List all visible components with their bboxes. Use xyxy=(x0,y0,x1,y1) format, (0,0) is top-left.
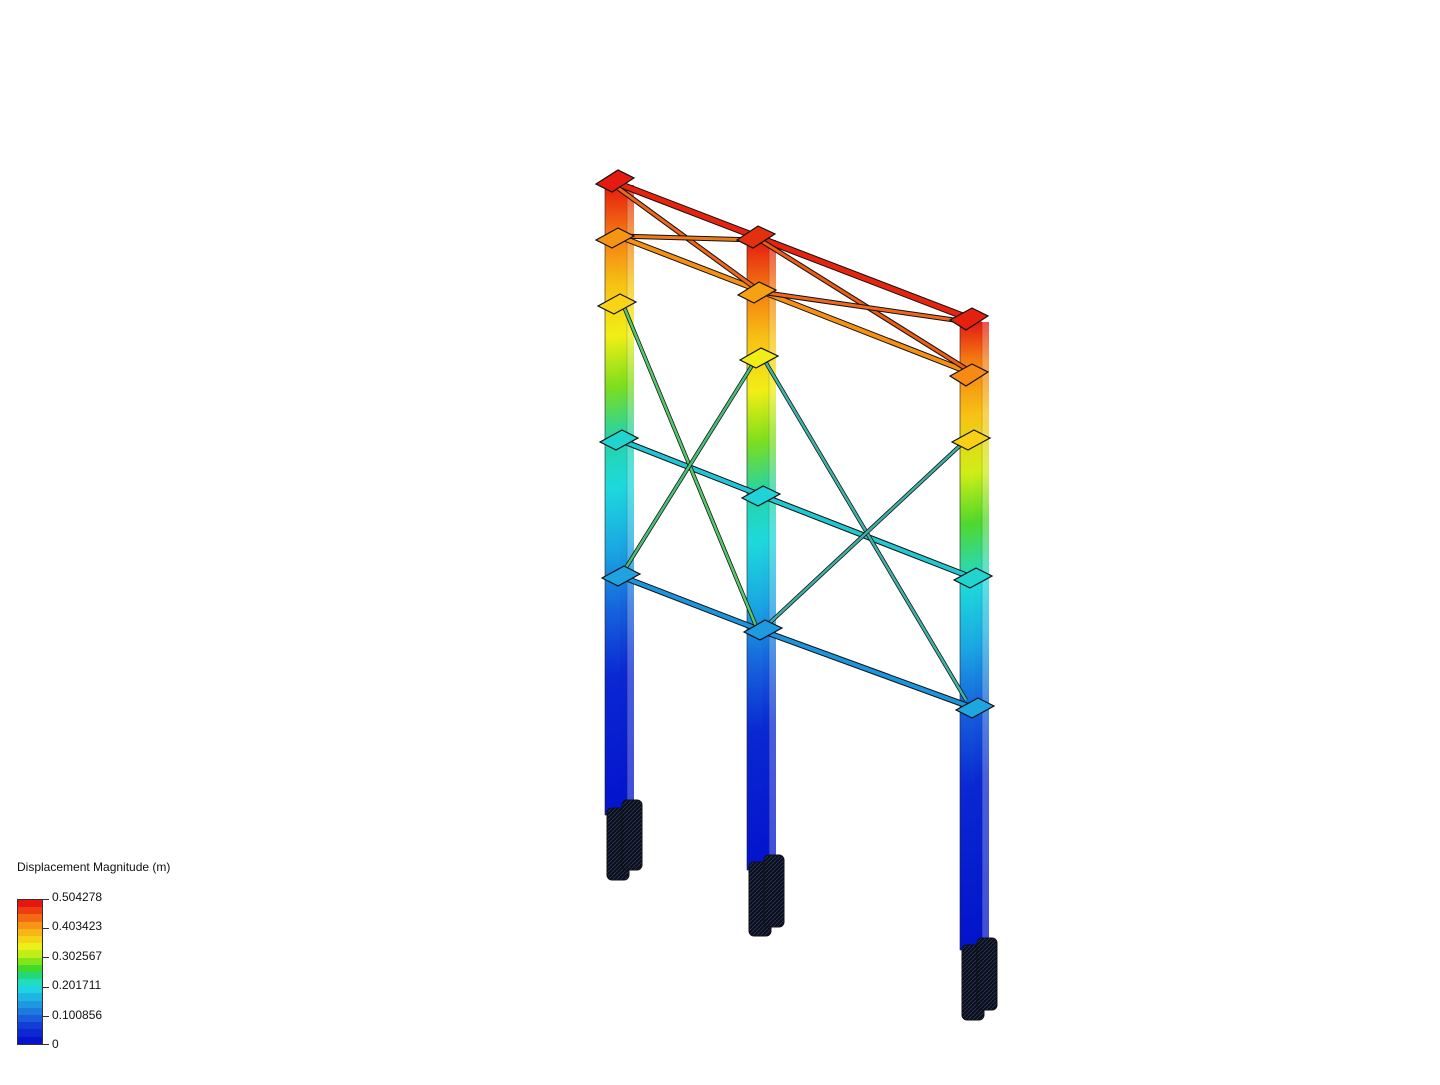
legend-color-band xyxy=(18,935,42,944)
legend-color-band xyxy=(18,957,42,965)
legend-color-band xyxy=(18,1015,42,1023)
top-braces xyxy=(612,178,970,375)
legend-tick-label: 0.100856 xyxy=(52,1008,103,1022)
legend-tick-label: 0.403423 xyxy=(52,919,103,933)
legend-color-band xyxy=(18,1022,42,1030)
legend-tick-label: 0.302567 xyxy=(52,949,103,963)
color-legend: Displacement Magnitude (m) 0.504278 0.40… xyxy=(0,850,260,1070)
legend-tick xyxy=(43,928,49,929)
legend-color-band xyxy=(18,928,42,936)
legend-color-band xyxy=(18,1000,42,1008)
legend-color-band xyxy=(18,1036,42,1044)
legend-tick xyxy=(43,987,49,988)
legend-color-band xyxy=(18,950,42,958)
legend-color-band xyxy=(18,907,42,915)
legend-color-band xyxy=(18,986,42,994)
legend-color-band xyxy=(18,971,42,980)
legend-tick-label: 0.201711 xyxy=(52,978,102,992)
legend-tick xyxy=(43,957,49,958)
legend-tick-label: 0 xyxy=(52,1037,59,1051)
legend-color-band xyxy=(18,900,42,908)
legend-color-band xyxy=(18,943,42,951)
legend-title: Displacement Magnitude (m) xyxy=(17,860,171,874)
column-right xyxy=(959,321,998,1021)
legend-tick xyxy=(43,899,49,900)
legend-color-band xyxy=(18,914,42,922)
lower-braces xyxy=(618,301,970,709)
legend-color-band xyxy=(18,964,42,972)
legend-tick-label: 0.504278 xyxy=(52,890,103,904)
legend-color-band xyxy=(18,993,42,1001)
legend-color-band xyxy=(18,1007,42,1015)
column-left xyxy=(604,184,643,881)
legend-color-band xyxy=(18,1029,42,1037)
legend-tick xyxy=(43,1044,49,1045)
legend-color-band xyxy=(18,921,42,929)
column-middle xyxy=(746,239,785,937)
legend-color-bar xyxy=(17,899,43,1045)
legend-color-band xyxy=(18,979,42,987)
legend-tick xyxy=(43,1016,49,1017)
